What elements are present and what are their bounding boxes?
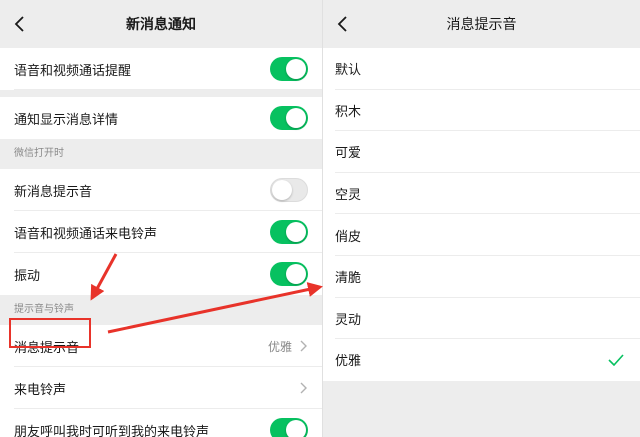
friend-ring-row: 朋友呼叫我时可听到我的来电铃声 — [0, 409, 322, 437]
sound-option-label: 灵动 — [335, 312, 362, 328]
sound-option[interactable]: 积木 — [323, 89, 640, 132]
sound-option-label: 俏皮 — [335, 229, 362, 245]
ringtone-row[interactable]: 来电铃声 — [0, 367, 322, 409]
sound-option-list: 默认 积木 可爱 空灵 俏皮 清脆 灵动 优雅 — [323, 48, 640, 381]
message-tone-row[interactable]: 消息提示音 优雅 — [0, 325, 322, 367]
new-message-sound-row: 新消息提示音 — [0, 169, 322, 211]
message-tone-panel: 消息提示音 默认 积木 可爱 空灵 俏皮 清脆 灵动 优雅 — [322, 0, 640, 437]
row-label: 消息提示音 — [14, 340, 80, 356]
row-label: 振动 — [14, 268, 41, 284]
row-label: 语音和视频通话提醒 — [14, 63, 132, 79]
friend-ring-switch[interactable] — [270, 418, 308, 437]
navbar: 消息提示音 — [323, 0, 640, 48]
row-label: 朋友呼叫我时可听到我的来电铃声 — [14, 424, 210, 437]
show-details-switch[interactable] — [270, 106, 308, 130]
sound-option-label: 优雅 — [335, 354, 362, 370]
sound-option-label: 积木 — [335, 104, 362, 120]
show-details-row: 通知显示消息详情 — [0, 97, 322, 139]
checkmark-icon — [608, 354, 624, 366]
navbar: 新消息通知 — [0, 0, 322, 48]
sound-option[interactable]: 空灵 — [323, 172, 640, 215]
sound-option[interactable]: 清脆 — [323, 255, 640, 298]
row-label: 来电铃声 — [14, 382, 67, 398]
sound-option[interactable]: 可爱 — [323, 131, 640, 173]
sound-option-label: 默认 — [335, 63, 362, 79]
new-message-sound-switch[interactable] — [270, 178, 308, 202]
settings-new-message-panel: 新消息通知 语音和视频通话提醒 通知显示消息详情 微信打开时 新消息提示音 语音… — [0, 0, 322, 437]
row-label: 语音和视频通话来电铃声 — [14, 226, 158, 242]
chevron-right-icon — [300, 340, 307, 352]
sound-option-label: 空灵 — [335, 188, 362, 204]
row-label: 通知显示消息详情 — [14, 112, 119, 128]
call-ringtone-row: 语音和视频通话来电铃声 — [0, 211, 322, 253]
sound-option[interactable]: 俏皮 — [323, 214, 640, 256]
sound-option-label: 可爱 — [335, 146, 362, 162]
call-reminder-switch[interactable] — [270, 57, 308, 81]
page-title: 新消息通知 — [126, 17, 196, 33]
call-ringtone-switch[interactable] — [270, 220, 308, 244]
section-header-wechat-open: 微信打开时 — [0, 139, 322, 169]
vibrate-switch[interactable] — [270, 262, 308, 286]
row-label: 新消息提示音 — [14, 184, 93, 200]
call-reminder-row: 语音和视频通话提醒 — [0, 48, 322, 90]
sound-option-label: 清脆 — [335, 271, 362, 287]
back-chevron-icon[interactable] — [333, 14, 353, 34]
back-chevron-icon[interactable] — [10, 14, 30, 34]
chevron-right-icon — [300, 382, 307, 394]
message-tone-value: 优雅 — [267, 339, 292, 354]
page-title: 消息提示音 — [446, 17, 517, 33]
section-header-sounds: 提示音与铃声 — [0, 295, 322, 325]
sound-option[interactable]: 默认 — [323, 48, 640, 90]
vibrate-row: 振动 — [0, 253, 322, 295]
sound-option-selected[interactable]: 优雅 — [323, 339, 640, 381]
sound-option[interactable]: 灵动 — [323, 297, 640, 340]
